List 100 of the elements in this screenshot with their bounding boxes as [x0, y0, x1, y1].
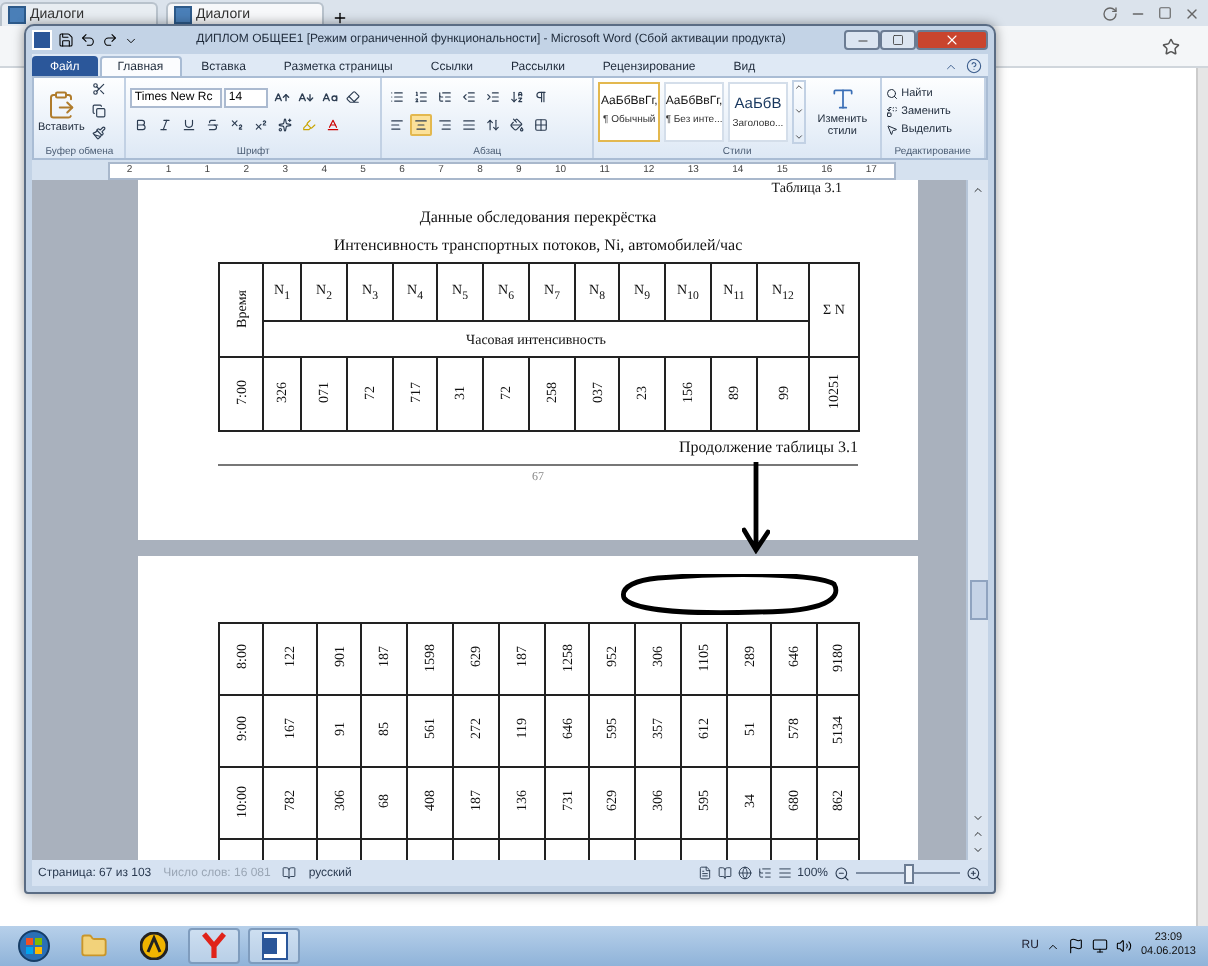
- table-subtitle: Интенсивность транспортных потоков, Ni, автомобилей/час: [331, 236, 745, 254]
- maximize-icon[interactable]: [1158, 6, 1172, 20]
- windows-logo: [18, 930, 50, 962]
- copy-button[interactable]: [88, 100, 111, 122]
- close-icon: [944, 32, 960, 48]
- align-icon: [437, 118, 452, 132]
- document-icon: [261, 932, 287, 960]
- previous-page-icon[interactable]: [972, 828, 984, 840]
- eraser-button[interactable]: [342, 86, 365, 108]
- increase-indent-button[interactable]: [481, 86, 504, 108]
- highlighter-icon: [302, 118, 317, 132]
- table-title: Данные обследования перекрёстка: [417, 208, 659, 226]
- align-button[interactable]: [385, 114, 408, 136]
- grow-font-icon: [273, 89, 290, 105]
- strikethrough-icon: [206, 118, 221, 132]
- player-logo: [140, 932, 168, 960]
- zoom-in-icon[interactable]: [966, 865, 982, 881]
- scissors-icon: [92, 82, 107, 96]
- minimize-button[interactable]: [844, 30, 880, 50]
- shrink-font-icon: [297, 89, 314, 105]
- outline-icon[interactable]: [757, 866, 772, 880]
- brush-icon: [92, 126, 107, 140]
- borders-button[interactable]: [529, 114, 552, 136]
- align-icon: [413, 118, 428, 132]
- word-icon[interactable]: [32, 30, 52, 50]
- spelling-icon[interactable]: [282, 866, 297, 880]
- folder-icon: [80, 932, 108, 960]
- undo-icon[interactable]: [80, 32, 96, 48]
- eraser-icon: [346, 90, 361, 104]
- line-spacing-button[interactable]: [481, 114, 504, 136]
- select-icon: [885, 123, 898, 135]
- scroll-thumb[interactable]: [969, 580, 987, 620]
- new-tab-icon[interactable]: [332, 10, 348, 26]
- chevron-down-icon: [793, 131, 804, 141]
- replace-icon: [885, 105, 898, 117]
- change-case-icon: [321, 89, 338, 105]
- print-layout-icon[interactable]: [697, 866, 712, 880]
- close-icon[interactable]: [1184, 5, 1200, 21]
- sparkles-icon: [278, 118, 293, 132]
- redo-icon[interactable]: [102, 32, 118, 48]
- pilcrow-icon: [533, 90, 548, 104]
- scrollbar[interactable]: [1196, 68, 1208, 926]
- help-icon[interactable]: [966, 58, 982, 74]
- arrow-drawing: [742, 462, 770, 554]
- zoom-slider-thumb[interactable]: [904, 863, 914, 883]
- brush-button[interactable]: [88, 122, 111, 144]
- align-button[interactable]: [433, 114, 456, 136]
- numbering-button[interactable]: [409, 86, 432, 108]
- borders-icon: [533, 118, 548, 132]
- decrease-indent-icon: [461, 90, 476, 104]
- maximize-icon: [892, 34, 904, 46]
- speaker-icon[interactable]: [1116, 938, 1133, 954]
- vertical-scrollbar[interactable]: [966, 180, 988, 860]
- clipboard-icon: [46, 89, 77, 119]
- y-logo: [200, 932, 228, 960]
- reading-view-icon[interactable]: [717, 866, 732, 880]
- superscript-icon: [254, 118, 269, 132]
- increase-indent-icon: [485, 90, 500, 104]
- scroll-down-icon[interactable]: [972, 812, 984, 824]
- subscript-icon: [230, 118, 245, 132]
- paint-bucket-button[interactable]: [505, 114, 528, 136]
- browser-button[interactable]: [188, 928, 240, 964]
- collapse-icon[interactable]: [944, 59, 958, 73]
- chevron-down-icon: [793, 106, 804, 116]
- find-icon: [885, 87, 898, 99]
- zoom-out-icon[interactable]: [834, 865, 850, 881]
- align-icon: [389, 118, 404, 132]
- save-icon[interactable]: [58, 32, 74, 48]
- sparkles-button[interactable]: [274, 114, 297, 136]
- flag-icon[interactable]: [1068, 938, 1085, 954]
- sort-icon: [509, 90, 524, 104]
- continuation-caption: Продолжение таблицы 3.1: [676, 438, 858, 456]
- line-spacing-icon: [485, 118, 500, 132]
- word-button[interactable]: [248, 928, 300, 964]
- web-layout-icon[interactable]: [737, 866, 752, 880]
- bullets-icon: [389, 90, 404, 104]
- chevron-up-icon: [793, 81, 804, 91]
- paint-bucket-icon: [509, 118, 524, 132]
- caret-icon: [124, 33, 138, 47]
- sort-button[interactable]: [505, 86, 528, 108]
- scroll-up-icon[interactable]: [972, 184, 984, 196]
- draft-icon[interactable]: [777, 866, 792, 880]
- next-page-icon[interactable]: [972, 844, 984, 856]
- multilevel-list-icon: [437, 90, 452, 104]
- copy-icon: [92, 104, 107, 118]
- maximize-button[interactable]: [880, 30, 916, 50]
- bold-icon: [134, 118, 149, 132]
- align-icon: [461, 118, 476, 132]
- page-icon: [8, 6, 26, 24]
- font-color-icon: [326, 118, 341, 132]
- align-button[interactable]: [409, 114, 432, 136]
- align-button[interactable]: [457, 114, 480, 136]
- star-icon[interactable]: [1162, 37, 1180, 55]
- letter-t-icon: [829, 85, 856, 111]
- show-hidden-icon[interactable]: [1046, 939, 1061, 953]
- italic-icon: [158, 118, 173, 132]
- decrease-indent-button[interactable]: [457, 86, 480, 108]
- numbering-icon: [413, 90, 428, 104]
- network-icon[interactable]: [1092, 938, 1109, 954]
- multilevel-list-button[interactable]: [433, 86, 456, 108]
